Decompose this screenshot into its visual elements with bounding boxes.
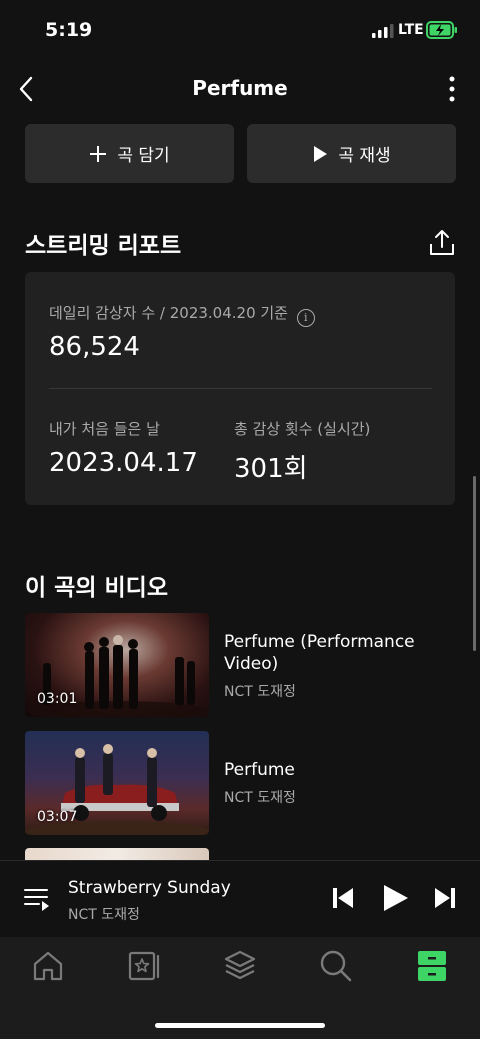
video-title: Perfume [224,760,295,780]
video-thumbnail[interactable]: 03:07 [25,731,209,835]
video-title: Perfume (Performance Video) [224,632,415,674]
battery-charging-icon [426,21,457,39]
play-song-label: 곡 재생 [338,146,391,166]
status-time: 5:19 [45,19,93,41]
video-duration: 03:07 [37,809,78,825]
play-icon[interactable] [382,883,410,913]
tab-bar [0,937,480,1039]
now-playing-artist: NCT 도재정 [68,907,140,923]
page-title: Perfume [192,76,288,100]
video-artist: NCT 도재정 [224,684,296,700]
first-listen-value: 2023.04.17 [49,448,198,478]
daily-listeners-value: 86,524 [49,332,140,362]
add-song-button[interactable]: 곡 담기 [25,124,234,183]
daily-listeners-row: 데일리 감상자 수 / 2023.04.20 기준 i [49,302,315,327]
first-listen-label: 내가 처음 들은 날 [49,420,160,438]
video-item[interactable]: 03:01 Perfume (Performance Video) NCT 도재… [25,613,455,717]
video-artist: NCT 도재정 [224,790,296,806]
add-song-label: 곡 담기 [117,146,170,166]
play-icon [314,145,328,162]
signal-icon [372,24,394,38]
video-thumbnail-partial[interactable] [25,848,209,860]
video-item[interactable]: 03:07 Perfume NCT 도재정 [25,731,455,835]
divider [49,388,432,389]
video-thumbnail[interactable]: 03:01 [25,613,209,717]
next-track-icon[interactable] [434,886,456,910]
search-icon[interactable] [319,949,353,983]
play-song-button[interactable]: 곡 재생 [247,124,456,183]
previous-track-icon[interactable] [332,886,354,910]
library-icon[interactable] [127,949,161,983]
mini-player[interactable]: Strawberry Sunday NCT 도재정 [0,860,480,937]
playlist-icon[interactable] [24,886,50,912]
report-title: 스트리밍 리포트 [25,233,182,259]
status-bar: 5:19 LTE [0,0,480,60]
more-options-icon[interactable] [440,74,464,104]
layers-icon[interactable] [223,949,257,983]
home-indicator [155,1023,325,1028]
home-icon[interactable] [31,949,65,983]
videos-title: 이 곡의 비디오 [25,575,168,601]
scrollbar[interactable] [473,476,476,651]
share-icon[interactable] [428,228,456,258]
info-icon[interactable]: i [296,309,315,327]
now-playing-title: Strawberry Sunday [68,878,231,898]
daily-listeners-label: 데일리 감상자 수 / 2023.04.20 기준 [49,304,288,322]
streaming-report-card: 데일리 감상자 수 / 2023.04.20 기준 i 86,524 내가 처음… [25,272,455,505]
total-plays-value: 301회 [234,454,308,484]
total-plays-label: 총 감상 횟수 (실시간) [234,420,371,438]
nav-bar: Perfume [0,60,480,118]
storage-icon[interactable] [415,949,449,983]
video-duration: 03:01 [37,691,78,707]
plus-icon [90,145,107,162]
network-type: LTE [398,22,424,38]
